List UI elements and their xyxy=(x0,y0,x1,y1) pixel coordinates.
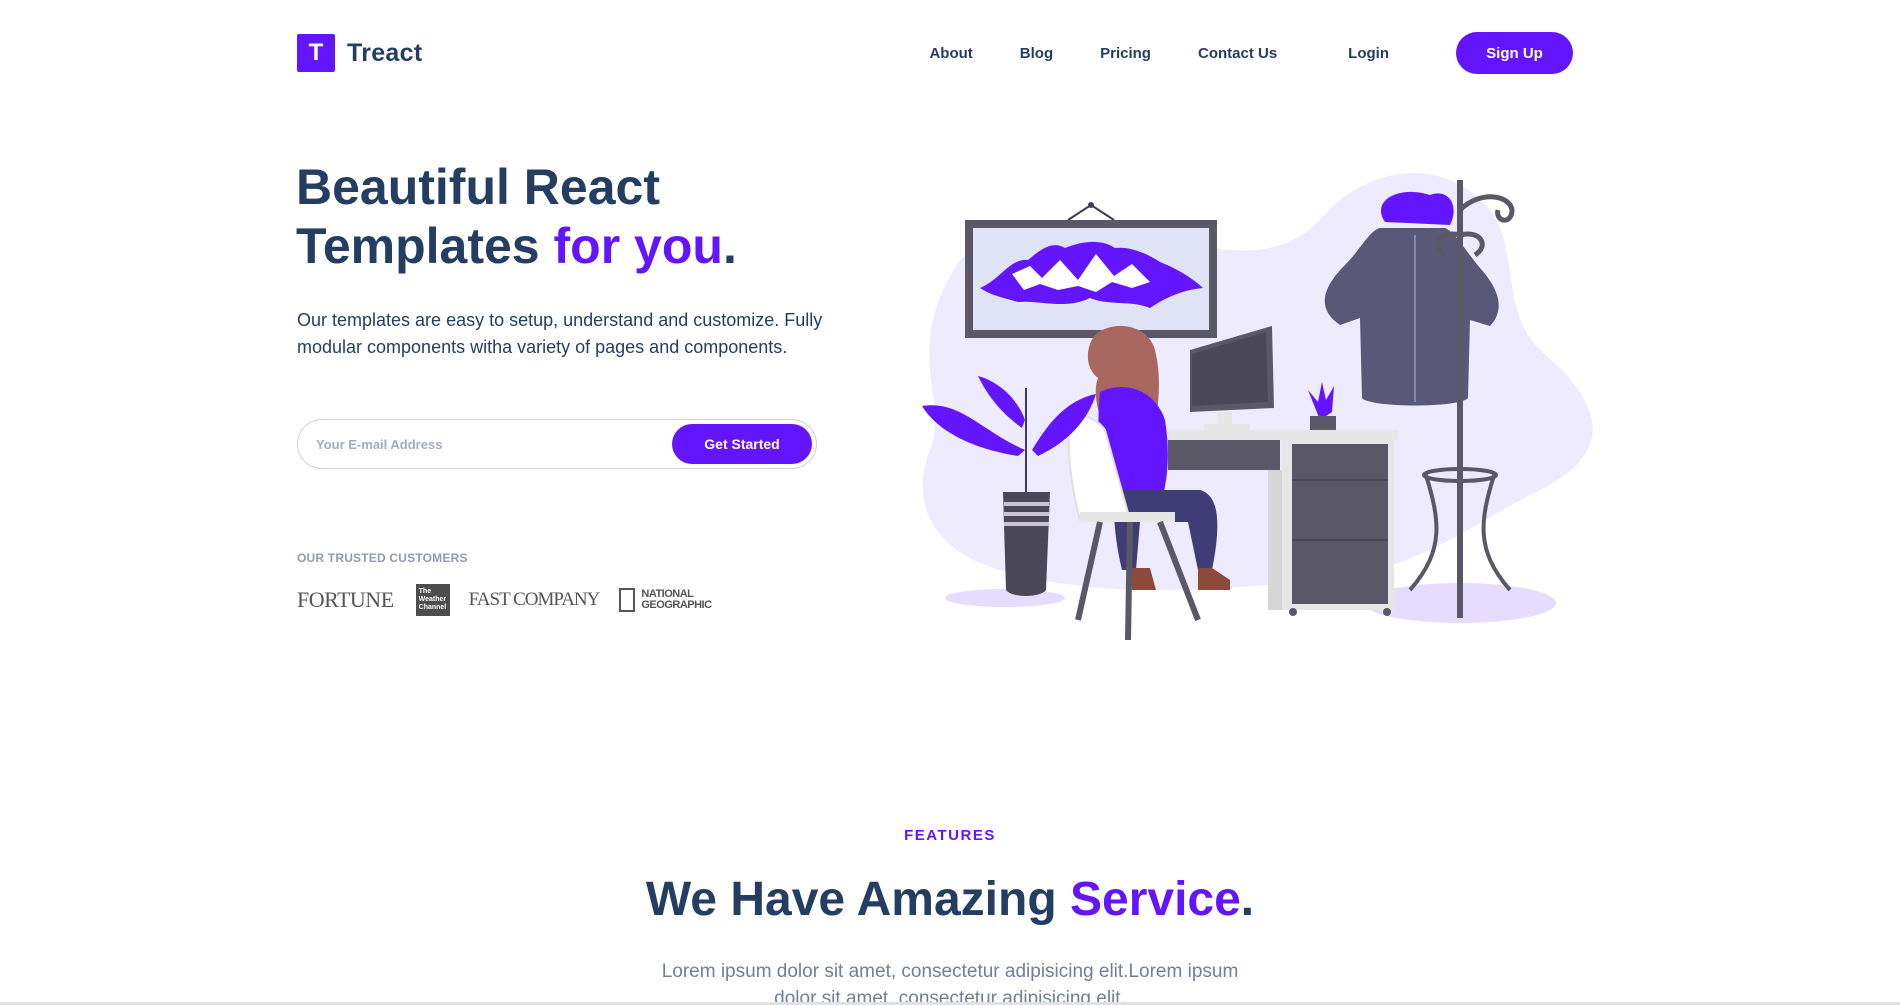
nav-link-pricing[interactable]: Pricing xyxy=(1100,45,1151,62)
pot-stripe xyxy=(1004,522,1049,526)
hero-description: Our templates are easy to setup, underst… xyxy=(297,310,823,357)
features-title: We Have Amazing Service. xyxy=(0,872,1900,927)
nav-link-contact[interactable]: Contact Us xyxy=(1198,45,1277,62)
desk-drawer xyxy=(1168,440,1280,470)
brand-logo[interactable]: T Treact xyxy=(297,34,422,72)
hero-title-line2: Templates xyxy=(296,218,554,274)
cabinet-wheel xyxy=(1383,608,1391,616)
desk-leg xyxy=(1268,470,1282,610)
hero-title: Beautiful React Templates for you. xyxy=(296,158,856,276)
nav-link-about[interactable]: About xyxy=(929,45,972,62)
weather-channel-logo: The Weather Channel xyxy=(415,584,450,616)
coat-fur-hood xyxy=(1381,191,1454,225)
pot-stripe xyxy=(1004,512,1049,516)
landing-page: T Treact About Blog Pricing Contact Us L… xyxy=(0,0,1900,1005)
features-title-accent: Service xyxy=(1069,873,1241,926)
monitor-base xyxy=(1204,424,1250,430)
monitor-stand xyxy=(1218,412,1232,424)
signup-button[interactable]: Sign Up xyxy=(1456,32,1573,74)
national-geographic-logo: NATIONAL GEOGRAPHIC xyxy=(619,588,712,612)
hero-title-line1: Beautiful React xyxy=(296,159,660,215)
frame-nail xyxy=(1088,202,1094,208)
frame-string-left xyxy=(1067,204,1092,221)
fortune-logo: FORTUNE xyxy=(297,587,394,612)
main-nav: About Blog Pricing Contact Us Login Sign… xyxy=(929,32,1573,74)
trusted-customers-label: OUR TRUSTED CUSTOMERS xyxy=(297,551,468,565)
site-header: T Treact About Blog Pricing Contact Us L… xyxy=(297,30,1573,76)
drawer-cabinet xyxy=(1292,444,1388,604)
features-subheading: FEATURES xyxy=(904,827,996,844)
fast-company-logo: FAST COMPANY xyxy=(468,589,601,610)
nav-link-blog[interactable]: Blog xyxy=(1020,45,1053,62)
frame-string-right xyxy=(1090,204,1115,221)
natgeo-line2: GEOGRAPHIC xyxy=(641,599,712,611)
cabinet-wheel xyxy=(1289,608,1297,616)
desk-plant-pot xyxy=(1310,416,1336,430)
pot-stripe xyxy=(1004,502,1049,506)
chair-leg xyxy=(1125,521,1133,641)
hero-title-accent: for you xyxy=(553,218,723,274)
customer-logos: FORTUNE The Weather Channel FAST COMPANY… xyxy=(297,584,712,616)
features-description: Lorem ipsum dolor sit amet, consectetur … xyxy=(661,961,1239,1005)
floor-plant-pot xyxy=(1003,492,1050,596)
desk-top xyxy=(1168,430,1398,440)
login-link[interactable]: Login xyxy=(1348,45,1389,62)
email-signup-form: Get Started xyxy=(297,419,817,469)
brand-mark-icon: T xyxy=(297,34,335,72)
chair-seat xyxy=(1080,512,1175,522)
email-input[interactable] xyxy=(316,432,616,456)
features-title-main: We Have Amazing xyxy=(645,873,1070,926)
hero-illustration xyxy=(922,172,1593,641)
features-title-period: . xyxy=(1240,873,1255,926)
get-started-button[interactable]: Get Started xyxy=(672,424,812,464)
plant-shadow xyxy=(945,589,1065,607)
brand-name: Treact xyxy=(347,38,423,67)
hero-title-period: . xyxy=(722,218,737,274)
natgeo-frame-icon xyxy=(619,588,636,612)
